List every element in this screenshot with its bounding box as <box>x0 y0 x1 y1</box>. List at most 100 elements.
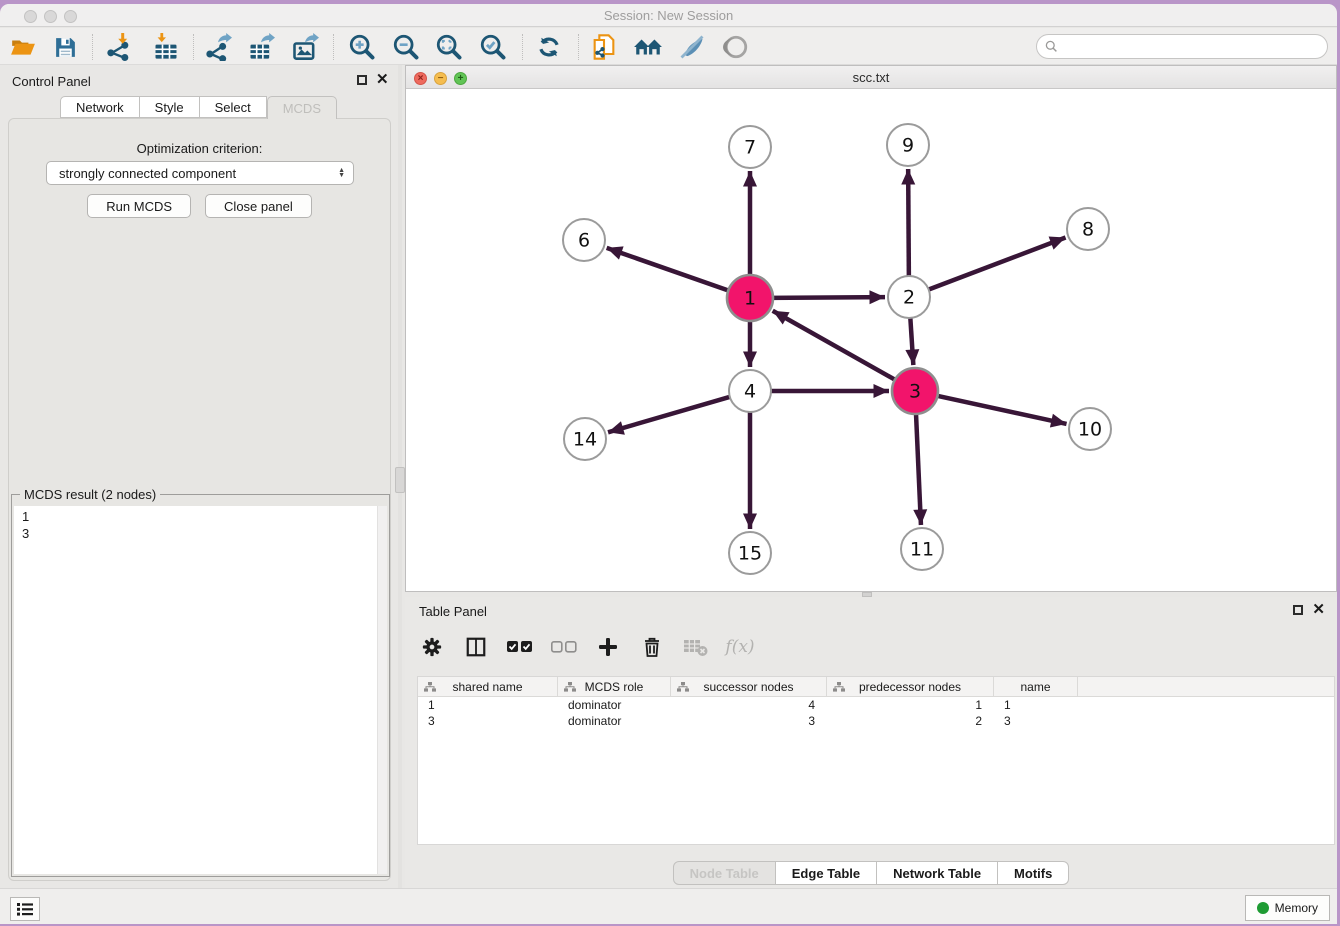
import-network-icon <box>105 33 133 61</box>
sort-column-icon[interactable] <box>424 682 436 692</box>
tab-node-table[interactable]: Node Table <box>673 861 776 885</box>
graph-node-15[interactable]: 15 <box>729 532 771 574</box>
close-panel-icon[interactable]: ✕ <box>376 75 389 85</box>
search-input[interactable] <box>1063 40 1313 54</box>
task-history-button[interactable] <box>10 897 40 921</box>
table-settings-button[interactable] <box>417 632 447 662</box>
birds-eye-view-button[interactable] <box>721 32 751 62</box>
sort-column-icon[interactable] <box>564 682 576 692</box>
column-header-shared-name[interactable]: shared name <box>418 677 558 696</box>
sort-column-icon[interactable] <box>677 682 689 692</box>
close-panel-button[interactable]: Close panel <box>205 194 312 218</box>
zoom-out-button[interactable] <box>391 32 421 62</box>
table-cell[interactable]: dominator <box>558 697 671 713</box>
save-session-button[interactable] <box>50 32 80 62</box>
node-label: 3 <box>909 381 921 403</box>
zoom-selected-button[interactable] <box>478 32 508 62</box>
table-cell[interactable]: 3 <box>994 713 1078 729</box>
tab-mcds[interactable]: MCDS <box>267 96 337 119</box>
close-table-panel-icon[interactable]: ✕ <box>1312 605 1325 615</box>
edge-3-10[interactable] <box>936 395 1067 423</box>
refresh-button[interactable] <box>534 32 564 62</box>
delete-column-button[interactable] <box>637 632 667 662</box>
column-header-name[interactable]: name <box>994 677 1078 696</box>
network-graph[interactable]: 7 9 6 8 1 2 4 3 14 10 15 11 <box>406 89 1336 591</box>
edge-3-1[interactable] <box>773 311 897 381</box>
edge-1-2[interactable] <box>771 297 885 298</box>
graph-node-10[interactable]: 10 <box>1069 408 1111 450</box>
import-table-button[interactable] <box>151 32 181 62</box>
sort-column-icon[interactable] <box>833 682 845 692</box>
hide-all-columns-button[interactable] <box>549 632 579 662</box>
mcds-panel: Optimization criterion: strongly connect… <box>8 118 391 881</box>
tab-edge-table[interactable]: Edge Table <box>776 861 877 885</box>
memory-button[interactable]: Memory <box>1245 895 1330 921</box>
first-neighbors-button[interactable] <box>633 32 663 62</box>
node-table[interactable]: shared nameMCDS rolesuccessor nodesprede… <box>417 676 1335 845</box>
table-cell[interactable]: 3 <box>418 713 558 729</box>
node-label: 11 <box>910 539 934 561</box>
zoom-fit-button[interactable] <box>434 32 464 62</box>
divider-handle[interactable] <box>395 467 405 493</box>
table-cell[interactable]: dominator <box>558 713 671 729</box>
table-row[interactable]: 1dominator411 <box>418 697 1334 713</box>
edge-1-6[interactable] <box>607 248 731 291</box>
export-network-button[interactable] <box>203 32 233 62</box>
graph-node-2[interactable]: 2 <box>888 276 930 318</box>
graph-node-6[interactable]: 6 <box>563 219 605 261</box>
column-header-predecessor-nodes[interactable]: predecessor nodes <box>827 677 994 696</box>
edge-2-3[interactable] <box>910 316 913 365</box>
tab-network[interactable]: Network <box>60 96 140 118</box>
graph-node-14[interactable]: 14 <box>564 418 606 460</box>
tab-network-table[interactable]: Network Table <box>877 861 998 885</box>
float-panel-icon[interactable] <box>357 75 367 85</box>
edge-2-9[interactable] <box>908 169 909 278</box>
graph-node-1[interactable]: 1 <box>727 275 773 321</box>
refresh-icon <box>536 34 562 60</box>
column-header-successor-nodes[interactable]: successor nodes <box>671 677 827 696</box>
result-scrollbar[interactable] <box>377 506 387 874</box>
edge-4-14[interactable] <box>608 396 732 432</box>
graph-node-8[interactable]: 8 <box>1067 208 1109 250</box>
search-field[interactable] <box>1036 34 1328 59</box>
edge-2-8[interactable] <box>927 238 1066 291</box>
graphics-details-button[interactable] <box>677 32 707 62</box>
run-mcds-button[interactable]: Run MCDS <box>87 194 191 218</box>
export-image-button[interactable] <box>290 32 320 62</box>
table-cell[interactable]: 1 <box>418 697 558 713</box>
network-canvas[interactable]: 7 9 6 8 1 2 4 3 14 10 15 11 <box>406 89 1336 591</box>
panel-divider[interactable] <box>398 65 402 888</box>
graph-node-9[interactable]: 9 <box>887 124 929 166</box>
function-builder-button[interactable]: f(x) <box>725 632 755 662</box>
split-columns-button[interactable] <box>461 632 491 662</box>
delete-table-button[interactable] <box>681 632 711 662</box>
zoom-in-button[interactable] <box>347 32 377 62</box>
mcds-result-area: 1 3 <box>14 506 387 874</box>
export-table-button[interactable] <box>246 32 276 62</box>
tab-select[interactable]: Select <box>200 96 267 118</box>
table-row[interactable]: 3dominator323 <box>418 713 1334 729</box>
zoom-selected-icon <box>479 33 507 61</box>
graph-node-7[interactable]: 7 <box>729 126 771 168</box>
tab-style[interactable]: Style <box>140 96 200 118</box>
column-header-MCDS-role[interactable]: MCDS role <box>558 677 671 696</box>
open-session-button[interactable] <box>8 32 38 62</box>
network-window-titlebar[interactable]: × − + scc.txt <box>406 66 1336 89</box>
table-cell[interactable]: 1 <box>827 697 994 713</box>
graph-node-3[interactable]: 3 <box>892 368 938 414</box>
table-cell[interactable]: 2 <box>827 713 994 729</box>
table-cell[interactable]: 3 <box>671 713 827 729</box>
add-column-button[interactable] <box>593 632 623 662</box>
clone-network-button[interactable] <box>589 32 619 62</box>
show-all-columns-button[interactable] <box>505 632 535 662</box>
table-cell[interactable]: 1 <box>994 697 1078 713</box>
edge-3-11[interactable] <box>916 412 921 525</box>
graph-node-11[interactable]: 11 <box>901 528 943 570</box>
import-network-button[interactable] <box>104 32 134 62</box>
criterion-dropdown[interactable]: strongly connected component ▲▼ <box>46 161 354 185</box>
graph-node-4[interactable]: 4 <box>729 370 771 412</box>
table-panel: Table Panel ✕ <box>405 597 1337 888</box>
float-table-panel-icon[interactable] <box>1293 605 1303 615</box>
tab-motifs[interactable]: Motifs <box>998 861 1069 885</box>
table-cell[interactable]: 4 <box>671 697 827 713</box>
